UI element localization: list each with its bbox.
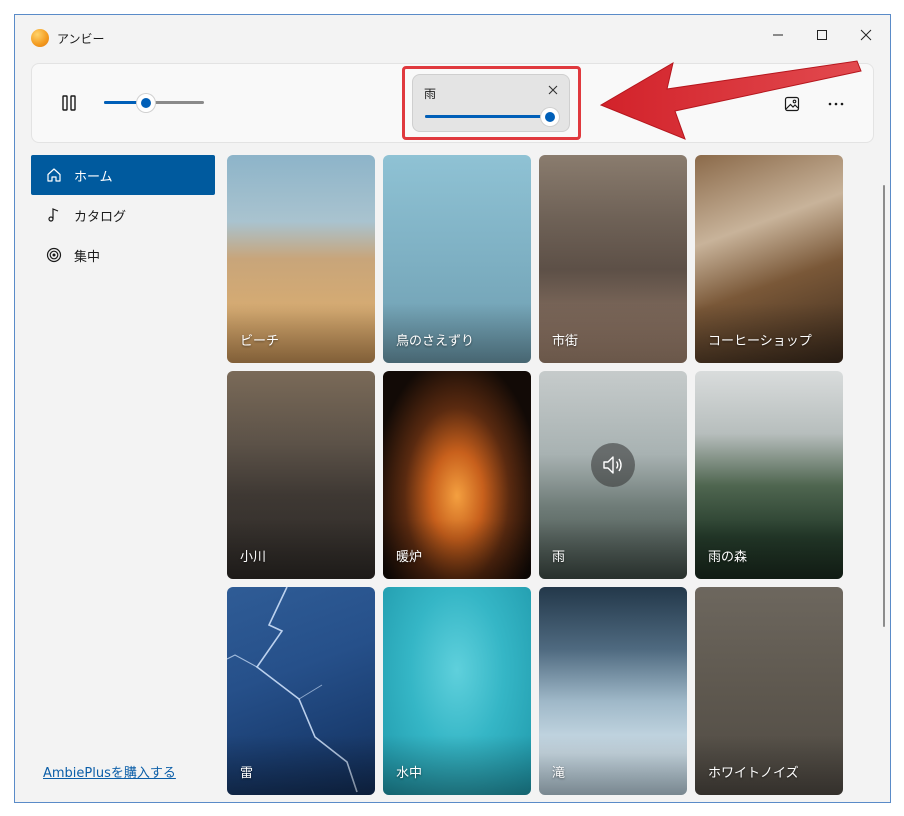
sound-tile-label: 市街 — [552, 334, 579, 349]
sound-tile-label: 滝 — [552, 766, 566, 781]
sidebar-item-focus[interactable]: 集中 — [31, 235, 215, 275]
sidebar-item-label: カタログ — [74, 209, 127, 225]
app-window: アンビー 雨 ホーム カタログ 集中 AmbiePlusを購入する ビーチ 鳥の… — [14, 14, 891, 803]
title-bar: アンビー — [15, 15, 890, 55]
sidebar-item-label: 集中 — [74, 249, 101, 265]
sound-tile-fireplace[interactable]: 暖炉 — [383, 371, 531, 579]
sound-tile-underwater[interactable]: 水中 — [383, 587, 531, 795]
sidebar-nav: ホーム カタログ 集中 — [31, 155, 215, 275]
sound-tile-label: ビーチ — [240, 334, 280, 349]
maximize-button[interactable] — [800, 21, 844, 49]
sound-tile-thunder[interactable]: 雷 — [227, 587, 375, 795]
sound-tile-waterfall[interactable]: 滝 — [539, 587, 687, 795]
sound-tile-city[interactable]: 市街 — [539, 155, 687, 363]
annotation-highlight-box — [402, 66, 581, 140]
buy-ambieplus-link[interactable]: AmbiePlusを購入する — [43, 762, 176, 781]
sound-tile-label: 雨の森 — [708, 550, 748, 565]
master-volume-thumb[interactable] — [137, 94, 155, 112]
sound-tile-birds[interactable]: 鳥のさえずり — [383, 155, 531, 363]
close-button[interactable] — [844, 21, 888, 49]
window-title: アンビー — [57, 32, 105, 46]
sound-tile-stream[interactable]: 小川 — [227, 371, 375, 579]
master-volume-slider[interactable] — [104, 94, 204, 112]
target-icon — [45, 246, 63, 264]
app-logo-icon — [31, 29, 49, 47]
sound-tile-label: コーヒーショップ — [708, 334, 812, 349]
sidebar-item-home[interactable]: ホーム — [31, 155, 215, 195]
pause-button[interactable] — [56, 90, 82, 116]
sound-tile-label: 鳥のさえずり — [396, 334, 475, 349]
sound-tile-label: 雨 — [552, 550, 566, 565]
sidebar-item-catalog[interactable]: カタログ — [31, 195, 215, 235]
home-icon — [45, 166, 63, 184]
sound-tile-label: 水中 — [396, 766, 423, 781]
sound-tile-label: 小川 — [240, 550, 267, 565]
sound-tile-beach[interactable]: ビーチ — [227, 155, 375, 363]
speaker-icon — [591, 443, 635, 487]
music-note-icon — [45, 206, 63, 224]
sound-tile-label: ホワイトノイズ — [708, 766, 799, 781]
sound-tile-coffee-shop[interactable]: コーヒーショップ — [695, 155, 843, 363]
sound-tile-rain[interactable]: 雨 — [539, 371, 687, 579]
sound-tile-rain-forest[interactable]: 雨の森 — [695, 371, 843, 579]
pause-icon — [62, 95, 76, 111]
scrollbar[interactable] — [883, 185, 885, 627]
annotation-arrow — [599, 60, 862, 140]
sound-tile-label: 暖炉 — [396, 550, 423, 565]
sidebar-item-label: ホーム — [74, 169, 113, 185]
minimize-button[interactable] — [756, 21, 800, 49]
sound-tile-label: 雷 — [240, 766, 254, 781]
sound-tile-white-noise[interactable]: ホワイトノイズ — [695, 587, 843, 795]
